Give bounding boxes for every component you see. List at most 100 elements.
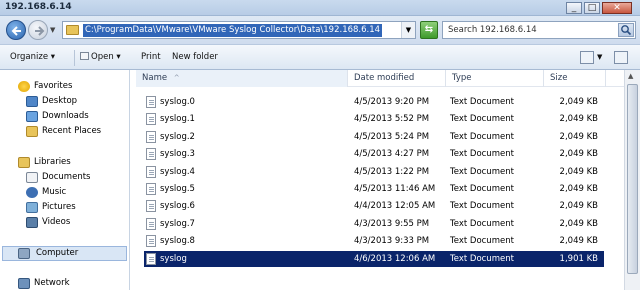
command-bar: Organize ▾ Open ▾ Print New folder ▼ — [0, 44, 640, 70]
text-file-icon — [146, 96, 156, 108]
file-type: Text Document — [450, 236, 514, 247]
nav-recent-places[interactable]: Recent Places — [26, 125, 126, 139]
nav-libraries[interactable]: Libraries — [18, 156, 118, 170]
nav-favorites[interactable]: Favorites — [18, 80, 118, 94]
print-button[interactable]: Print — [141, 52, 161, 62]
star-icon — [18, 81, 30, 92]
folder-icon — [66, 25, 79, 35]
table-row[interactable]: syslog.0 4/5/2013 9:20 PM Text Document 2,0… — [144, 94, 604, 110]
nav-pictures[interactable]: Pictures — [26, 201, 126, 215]
desktop-icon — [26, 96, 38, 107]
arrow-left-icon — [11, 26, 21, 36]
file-name: syslog — [160, 253, 187, 264]
text-file-icon — [146, 235, 156, 248]
nav-videos[interactable]: Videos — [26, 216, 126, 230]
search-placeholder: Search 192.168.6.14 — [448, 25, 537, 35]
videos-icon — [26, 217, 38, 228]
file-date: 4/5/2013 4:27 PM — [354, 149, 430, 160]
file-type: Text Document — [450, 253, 514, 264]
scroll-up-arrow[interactable]: ▲ — [628, 72, 633, 80]
arrow-right-icon — [35, 26, 45, 36]
file-type: Text Document — [450, 218, 514, 229]
file-name: syslog.4 — [160, 166, 195, 177]
music-note-icon — [26, 187, 38, 198]
recent-pages-dropdown[interactable]: ▼ — [50, 26, 55, 34]
vertical-scrollbar[interactable]: ▲ — [624, 70, 640, 290]
column-size-header[interactable]: Size — [544, 70, 606, 87]
table-row[interactable]: syslog.1 4/5/2013 5:52 PM Text Document 2,0… — [144, 111, 604, 127]
address-field[interactable]: C:\ProgramData\VMware\VMware Syslog Coll… — [62, 21, 416, 39]
table-row[interactable]: syslog.6 4/4/2013 12:05 AM Text Document 2,… — [144, 198, 604, 214]
title-bar: 192.168.6.14 _ □ ✕ — [0, 0, 640, 16]
search-icon — [621, 25, 632, 36]
downloads-icon — [26, 111, 38, 122]
nav-documents[interactable]: Documents — [26, 171, 126, 185]
table-row[interactable]: syslog 4/6/2013 12:06 AM Text Document 1,90… — [144, 250, 604, 267]
maximize-button[interactable]: □ — [584, 2, 600, 14]
column-name-header[interactable]: Name ^ — [136, 70, 348, 87]
search-button[interactable] — [618, 23, 634, 37]
file-name: syslog.7 — [160, 218, 195, 229]
text-file-icon — [146, 200, 156, 213]
nav-computer[interactable]: Computer — [2, 246, 127, 261]
pictures-icon — [26, 202, 38, 213]
address-bar-area: ▼ C:\ProgramData\VMware\VMware Syslog Co… — [0, 16, 640, 44]
forward-button[interactable] — [28, 20, 48, 40]
nav-music[interactable]: Music — [26, 186, 126, 200]
text-file-icon — [146, 113, 156, 126]
address-path[interactable]: C:\ProgramData\VMware\VMware Syslog Coll… — [83, 24, 383, 37]
toolbar-divider — [74, 50, 75, 66]
nav-network[interactable]: Network — [18, 277, 118, 290]
document-icon — [80, 52, 89, 60]
file-date: 4/5/2013 9:20 PM — [354, 97, 430, 107]
nav-desktop[interactable]: Desktop — [26, 95, 126, 109]
open-button[interactable]: Open ▾ — [80, 52, 121, 62]
column-date-header[interactable]: Date modified — [348, 70, 446, 87]
file-type: Text Document — [450, 131, 514, 142]
file-name: syslog.2 — [160, 131, 195, 142]
table-row[interactable]: syslog.8 4/3/2013 9:33 PM Text Document 2,0… — [144, 233, 604, 249]
file-name: syslog.6 — [160, 201, 195, 212]
column-type-header[interactable]: Type — [446, 70, 544, 87]
file-date: 4/3/2013 9:33 PM — [354, 236, 430, 247]
file-date: 4/4/2013 12:05 AM — [354, 201, 436, 212]
file-size: 2,049 KB — [559, 201, 598, 212]
file-type: Text Document — [450, 166, 514, 177]
file-name: syslog.8 — [160, 236, 195, 247]
file-size: 2,049 KB — [559, 149, 598, 160]
file-name: syslog.0 — [160, 97, 195, 107]
organize-button[interactable]: Organize ▾ — [10, 52, 55, 62]
scroll-thumb[interactable] — [627, 84, 638, 274]
new-folder-button[interactable]: New folder — [172, 52, 218, 62]
recent-places-icon — [26, 126, 38, 137]
table-row[interactable]: syslog.2 4/5/2013 5:24 PM Text Document 2,0… — [144, 129, 604, 145]
file-size: 2,049 KB — [559, 166, 598, 177]
table-row[interactable]: syslog.7 4/3/2013 9:55 PM Text Document 2,0… — [144, 216, 604, 232]
table-row[interactable]: syslog.4 4/5/2013 1:22 PM Text Document 2,0… — [144, 164, 604, 180]
preview-pane-icon[interactable] — [614, 51, 628, 64]
window-title: 192.168.6.14 — [5, 2, 72, 12]
computer-icon — [18, 248, 30, 259]
text-file-icon — [146, 183, 156, 195]
table-row[interactable]: syslog.3 4/5/2013 4:27 PM Text Document 2,0… — [144, 146, 604, 162]
text-file-icon — [146, 130, 156, 143]
close-button[interactable]: ✕ — [602, 2, 632, 14]
address-dropdown[interactable]: ▼ — [401, 22, 415, 38]
file-date: 4/5/2013 11:46 AM — [354, 184, 436, 194]
nav-downloads[interactable]: Downloads — [26, 110, 126, 124]
file-date: 4/5/2013 1:22 PM — [354, 166, 430, 177]
file-type: Text Document — [450, 149, 514, 160]
text-file-icon — [146, 252, 156, 265]
refresh-button[interactable]: ⇆ — [420, 21, 438, 39]
view-options-icon[interactable] — [580, 51, 594, 64]
search-input[interactable]: Search 192.168.6.14 — [442, 21, 636, 39]
table-row[interactable]: syslog.5 4/5/2013 11:46 AM Text Document 2,… — [144, 181, 604, 197]
file-name: syslog.3 — [160, 149, 195, 160]
file-size: 2,049 KB — [559, 114, 598, 125]
file-name: syslog.1 — [160, 114, 195, 125]
back-button[interactable] — [6, 20, 26, 40]
column-header-row: Name ^ Date modified Type Size — [136, 70, 640, 87]
minimize-button[interactable]: _ — [566, 2, 582, 14]
file-date: 4/6/2013 12:06 AM — [354, 253, 436, 264]
view-dropdown[interactable]: ▼ — [597, 53, 602, 61]
